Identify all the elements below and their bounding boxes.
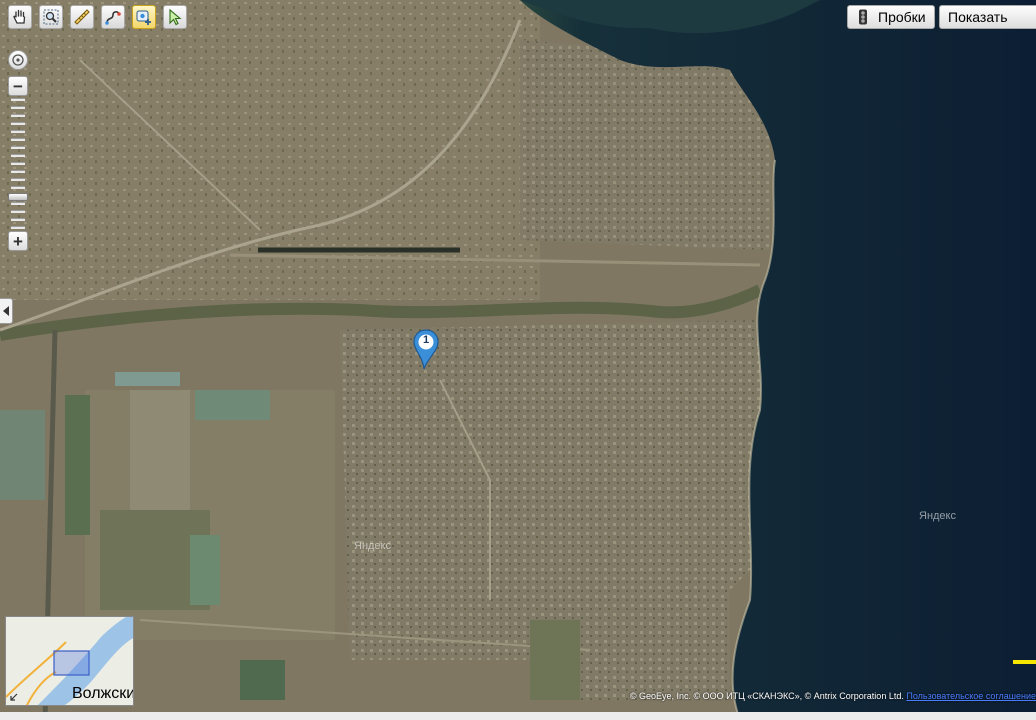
traffic-button[interactable]: Пробки [847, 5, 935, 29]
scale-bar [1013, 660, 1036, 664]
select-tool-button[interactable] [163, 5, 187, 29]
traffic-light-icon [859, 9, 867, 25]
status-strip [0, 712, 1036, 720]
ruler-tool-button[interactable] [70, 5, 94, 29]
minimap-resize-icon[interactable] [9, 692, 19, 702]
traffic-label: Пробки [878, 9, 926, 25]
zoom-in-button[interactable]: + [8, 231, 28, 251]
plus-icon: + [13, 231, 23, 251]
minimap-city-label: Волжски [72, 685, 134, 702]
user-agreement-link[interactable]: Пользовательское соглашение [906, 691, 1036, 701]
magnifier-tool-button[interactable] [39, 5, 63, 29]
magnifier-icon [43, 9, 59, 25]
ruler-icon [74, 9, 90, 25]
yandex-watermark-land: Яндекс [354, 540, 391, 552]
select-arrow-icon [169, 8, 182, 26]
zoom-slider-handle[interactable] [8, 193, 28, 201]
zoom-out-button[interactable]: − [8, 76, 28, 96]
hand-icon [13, 9, 26, 24]
copyright-notice: © GeoEye, Inc. © ООО ИТЦ «СКАНЭКС», © An… [630, 691, 1036, 701]
minus-icon: − [13, 76, 23, 96]
show-layers-button[interactable]: Показать [939, 5, 1036, 29]
zoom-slider-track[interactable] [11, 98, 25, 230]
map-imagery [0, 0, 1036, 720]
copyright-text: © GeoEye, Inc. © ООО ИТЦ «СКАНЭКС», © An… [629, 691, 904, 701]
show-label: Показать [948, 9, 1008, 25]
map-marker[interactable]: 1 [412, 329, 440, 371]
add-point-icon [136, 10, 151, 25]
compass-icon [12, 54, 24, 66]
locate-button[interactable] [8, 50, 28, 70]
yandex-watermark-water: Яндекс [919, 510, 956, 522]
add-point-tool-button[interactable] [132, 5, 156, 29]
collapse-panel-button[interactable] [0, 298, 13, 324]
chevron-left-icon [2, 306, 9, 316]
route-tool-button[interactable] [101, 5, 125, 29]
marker-number: 1 [422, 334, 430, 346]
route-icon [105, 11, 121, 25]
pan-tool-button[interactable] [8, 5, 32, 29]
overview-minimap[interactable]: Волжски [5, 616, 134, 706]
satellite-map[interactable] [0, 0, 1036, 720]
